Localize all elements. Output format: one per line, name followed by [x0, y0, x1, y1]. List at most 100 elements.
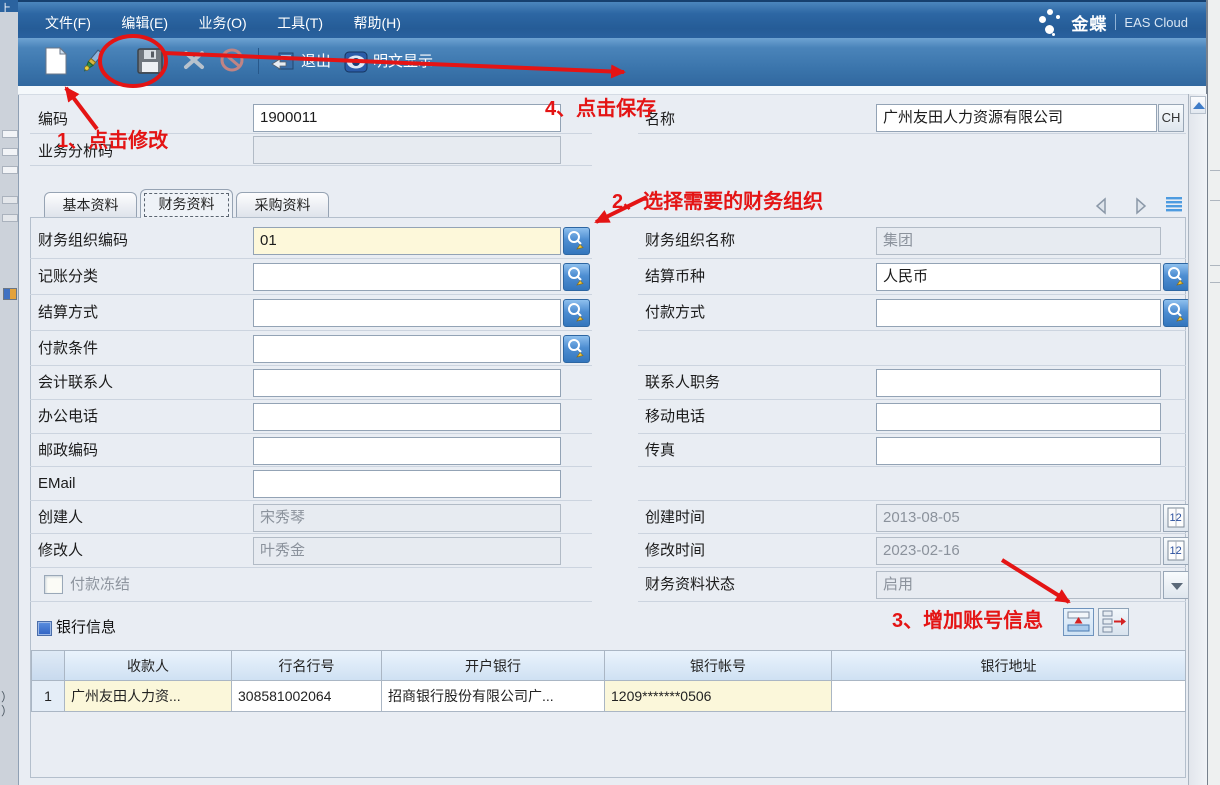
- field-label: 财务组织名称: [645, 227, 735, 255]
- settle-currency-lookup-button[interactable]: [1163, 263, 1190, 291]
- tab-purchase-info[interactable]: 采购资料: [236, 192, 329, 218]
- save-button[interactable]: [134, 46, 166, 78]
- row-detail-icon: [1099, 609, 1128, 635]
- tab-list-button[interactable]: [1163, 194, 1185, 216]
- scroll-up-button[interactable]: [1190, 96, 1206, 114]
- column-header-address[interactable]: 银行地址: [832, 650, 1186, 681]
- booking-class-lookup-button[interactable]: [563, 263, 590, 291]
- eye-icon: [344, 50, 368, 74]
- menu-edit[interactable]: 编辑(E): [121, 8, 168, 38]
- magnifier-icon: [564, 228, 589, 254]
- page-next-button[interactable]: [1130, 196, 1152, 218]
- form-row: 财务组织编码 01 财务组织名称 集团: [0, 227, 1206, 260]
- booking-class-field[interactable]: [253, 263, 561, 291]
- form-row: 结算方式 付款方式: [0, 299, 1206, 332]
- postal-code-field[interactable]: [253, 437, 561, 465]
- email-field[interactable]: [253, 470, 561, 498]
- tab-finance-info[interactable]: 财务资料: [140, 189, 233, 218]
- office-phone-field[interactable]: [253, 403, 561, 431]
- name-field[interactable]: 广州友田人力资源有限公司: [876, 104, 1157, 132]
- biz-code-field: [253, 136, 561, 164]
- exit-button[interactable]: 退出: [270, 46, 331, 78]
- magnifier-icon: [1164, 264, 1189, 290]
- column-header-bank-name[interactable]: 开户银行: [382, 650, 605, 681]
- field-label: 修改人: [38, 537, 83, 565]
- new-button[interactable]: [40, 46, 72, 78]
- field-label: 结算币种: [645, 263, 705, 291]
- modify-time-calendar-button[interactable]: 12: [1163, 537, 1190, 565]
- svg-text:12: 12: [1170, 545, 1182, 557]
- row-number-cell[interactable]: 1: [31, 681, 65, 712]
- name-value: 广州友田人力资源有限公司: [883, 109, 1063, 126]
- field-label: 结算方式: [38, 299, 98, 327]
- menu-business[interactable]: 业务(O): [198, 8, 246, 38]
- payment-freeze-label: 付款冻结: [70, 571, 130, 599]
- column-header-bank-no[interactable]: 行名行号: [232, 650, 382, 681]
- background-fragment-bar: [2, 196, 18, 204]
- magnifier-icon: [564, 336, 589, 362]
- code-field[interactable]: 1900011: [253, 104, 561, 132]
- payment-freeze-checkbox[interactable]: [44, 575, 63, 594]
- finance-org-code-field[interactable]: 01: [253, 227, 561, 255]
- form-row: 付款冻结 财务资料状态 启用: [0, 571, 1206, 604]
- settle-currency-field[interactable]: 人民币: [876, 263, 1161, 291]
- column-header-account[interactable]: 银行帐号: [605, 650, 832, 681]
- plaintext-label: 明文显示: [373, 46, 433, 78]
- calendar-icon: 12: [1164, 505, 1189, 531]
- finance-org-name-field: 集团: [876, 227, 1161, 255]
- form-row: 记账分类 结算币种 人民币: [0, 263, 1206, 296]
- bank-no-cell[interactable]: 308581002064: [232, 681, 382, 712]
- vertical-scrollbar[interactable]: [1188, 94, 1207, 785]
- settle-method-field[interactable]: [253, 299, 561, 327]
- language-button[interactable]: CH: [1158, 104, 1184, 132]
- tab-basic-info[interactable]: 基本资料: [44, 192, 137, 218]
- modifier-field: 叶秀金: [253, 537, 561, 565]
- bank-table-header: 收款人 行名行号 开户银行 银行帐号 银行地址: [31, 650, 1186, 681]
- block-button[interactable]: [216, 46, 248, 78]
- form-row: 办公电话 移动电话: [0, 403, 1206, 436]
- bank-name-cell[interactable]: 招商银行股份有限公司广...: [382, 681, 605, 712]
- settle-method-lookup-button[interactable]: [563, 299, 590, 327]
- field-label: 付款方式: [645, 299, 705, 327]
- delete-button[interactable]: [178, 46, 210, 78]
- address-cell[interactable]: [832, 681, 1186, 712]
- field-label: 邮政编码: [38, 437, 98, 465]
- menu-help[interactable]: 帮助(H): [353, 8, 400, 38]
- finance-org-lookup-button[interactable]: [563, 227, 590, 255]
- mobile-phone-field[interactable]: [876, 403, 1161, 431]
- field-label: 联系人职务: [645, 369, 720, 397]
- remove-row-button[interactable]: [1098, 608, 1129, 636]
- finance-status-dropdown-button[interactable]: [1163, 571, 1190, 599]
- field-label: 移动电话: [645, 403, 705, 431]
- new-document-icon: [43, 46, 69, 76]
- brand-product: EAS Cloud: [1124, 15, 1188, 30]
- page-prev-button[interactable]: [1092, 196, 1114, 218]
- payee-cell[interactable]: 广州友田人力资...: [65, 681, 232, 712]
- modify-button[interactable]: [76, 46, 108, 78]
- plaintext-button[interactable]: 明文显示: [344, 46, 433, 78]
- background-fragment-bar: [2, 214, 18, 222]
- account-cell[interactable]: 1209*******0506: [605, 681, 832, 712]
- payment-terms-field[interactable]: [253, 335, 561, 363]
- annotation-step4: 4、点击保存: [545, 92, 656, 121]
- field-label: 财务组织编码: [38, 227, 128, 255]
- menu-file[interactable]: 文件(F): [45, 8, 91, 38]
- fax-field[interactable]: [876, 437, 1161, 465]
- annotation-step3: 3、增加账号信息: [892, 604, 1043, 633]
- accounting-contact-field[interactable]: [253, 369, 561, 397]
- payment-method-lookup-button[interactable]: [1163, 299, 1190, 327]
- brand-divider: [1115, 14, 1116, 30]
- column-header-payee[interactable]: 收款人: [65, 650, 232, 681]
- toolbar-separator: [258, 48, 259, 74]
- menu-tools[interactable]: 工具(T): [277, 8, 323, 38]
- create-time-calendar-button[interactable]: 12: [1163, 504, 1190, 532]
- payment-method-field[interactable]: [876, 299, 1161, 327]
- field-label: 传真: [645, 437, 675, 465]
- magnifier-icon: [564, 300, 589, 326]
- annotation-step2: 2、选择需要的财务组织: [612, 185, 823, 214]
- payment-terms-lookup-button[interactable]: [563, 335, 590, 363]
- contact-title-field[interactable]: [876, 369, 1161, 397]
- toolbar: 退出 明文显示: [18, 38, 1206, 87]
- add-row-button[interactable]: [1063, 608, 1094, 636]
- magnifier-icon: [1164, 300, 1189, 326]
